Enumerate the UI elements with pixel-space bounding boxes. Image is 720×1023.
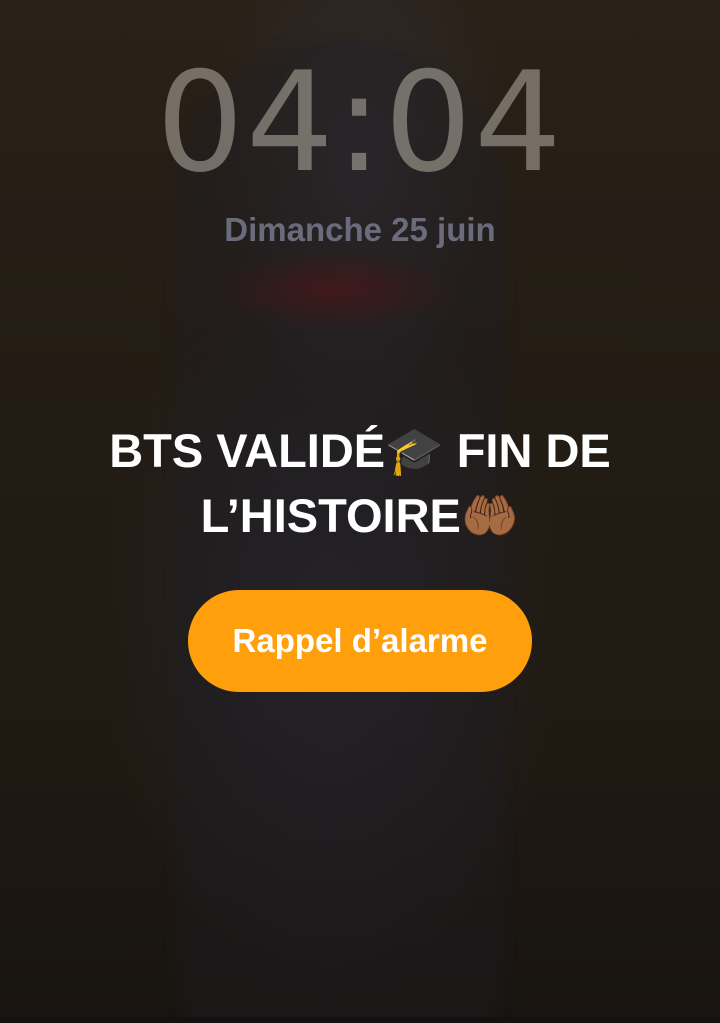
bottom-edge [0,1017,720,1023]
snooze-button[interactable]: Rappel d’alarme [188,590,532,692]
lock-screen-date: Dimanche 25 juin [224,211,496,248]
lock-screen: 04:04 Dimanche 25 juin BTS VALIDÉ🎓 FIN D… [0,0,720,1023]
lock-screen-clock: 04:04 [156,42,564,203]
alarm-label: BTS VALIDÉ🎓 FIN DE L’HISTOIRE🤲🏾 [109,424,611,542]
